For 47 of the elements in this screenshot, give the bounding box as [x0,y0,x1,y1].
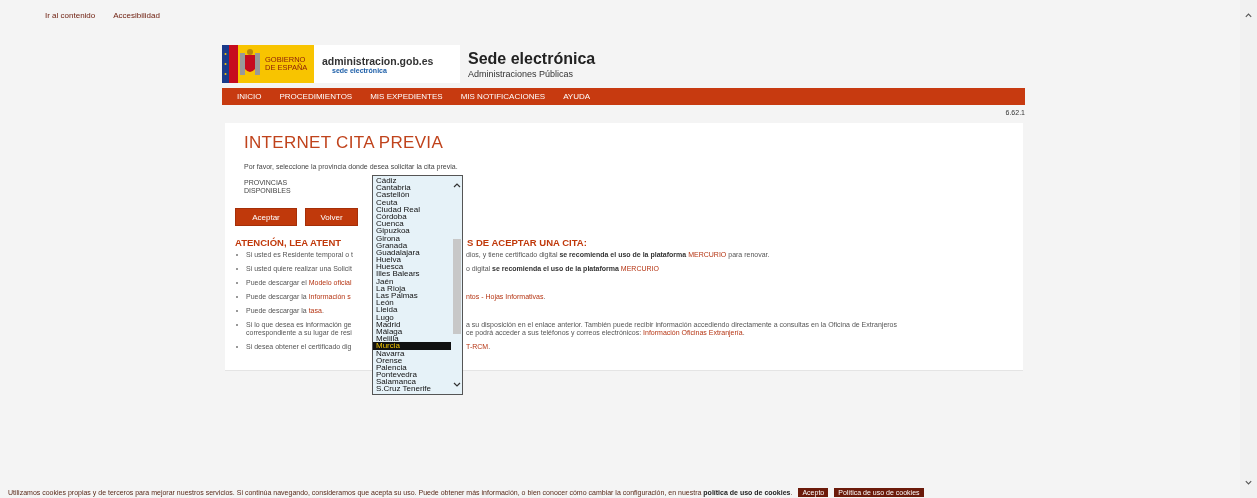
form-button[interactable]: Aceptar [235,208,297,226]
province-option[interactable]: Palencia [373,363,451,372]
province-option[interactable]: Cuenca [373,220,451,228]
province-option[interactable]: Lugo [373,313,451,321]
province-option[interactable]: Pontevedra [373,371,451,379]
chevron-up-icon[interactable] [452,182,462,188]
form-button[interactable]: Volver [305,208,358,226]
site-subtitle: Administraciones Públicas [468,68,575,79]
province-option[interactable]: Cantabria [373,184,451,192]
nav-link[interactable]: MIS EXPEDIENTES [361,92,452,101]
province-option[interactable]: Melilla [373,335,451,343]
province-option[interactable]: Gipuzkoa [373,227,451,235]
province-option[interactable]: Lleida [373,306,451,314]
chevron-down-icon[interactable] [452,382,462,388]
notice-heading: ATENCIÓN, LEA ATENT [235,237,343,248]
scrollbar-thumb[interactable] [453,239,461,334]
site-title: Sede electrónica [468,49,596,68]
province-option[interactable]: La Rioja [373,284,451,292]
province-option[interactable]: S.Cruz Tenerife [373,385,451,393]
skip-link[interactable]: Ir al contenido [45,11,96,28]
province-option[interactable]: Granada [373,241,451,249]
province-option[interactable]: Jaén [373,277,451,285]
notice-heading: S DE ACEPTAR UNA CITA: [467,237,587,248]
province-option[interactable]: Castellón [373,191,451,199]
nav-link[interactable]: MIS NOTIFICACIONES [451,92,555,101]
province-listbox[interactable] [372,175,463,395]
page-title: INTERNET CITA PREVIA [243,132,445,153]
nav-link[interactable]: AYUDA [554,92,600,101]
province-option[interactable]: Córdoba [373,212,451,221]
province-option[interactable]: Girona [373,234,451,242]
province-option[interactable]: Illes Balears [373,270,451,278]
province-option[interactable]: Málaga [373,327,451,336]
province-option[interactable]: Salamanca [373,378,451,386]
province-option[interactable]: Huelva [373,256,451,264]
province-option[interactable]: Orense [373,356,451,364]
skip-link[interactable]: Accesibilidad [113,11,160,28]
province-option[interactable]: Guadalajara [373,248,451,257]
province-option[interactable]: León [373,299,451,307]
province-option[interactable]: Huesca [373,263,451,271]
province-option[interactable]: Ceuta [373,198,451,206]
nav-link[interactable]: INICIO [228,92,271,101]
province-option[interactable]: Las Palmas [373,292,451,300]
province-option[interactable]: Murcia [373,342,451,350]
nav-link[interactable]: PROCEDIMIENTOS [270,92,362,101]
province-option[interactable]: Cádiz [373,177,451,185]
province-option[interactable]: Ciudad Real [373,205,451,213]
province-option[interactable]: Navarra [373,349,451,357]
